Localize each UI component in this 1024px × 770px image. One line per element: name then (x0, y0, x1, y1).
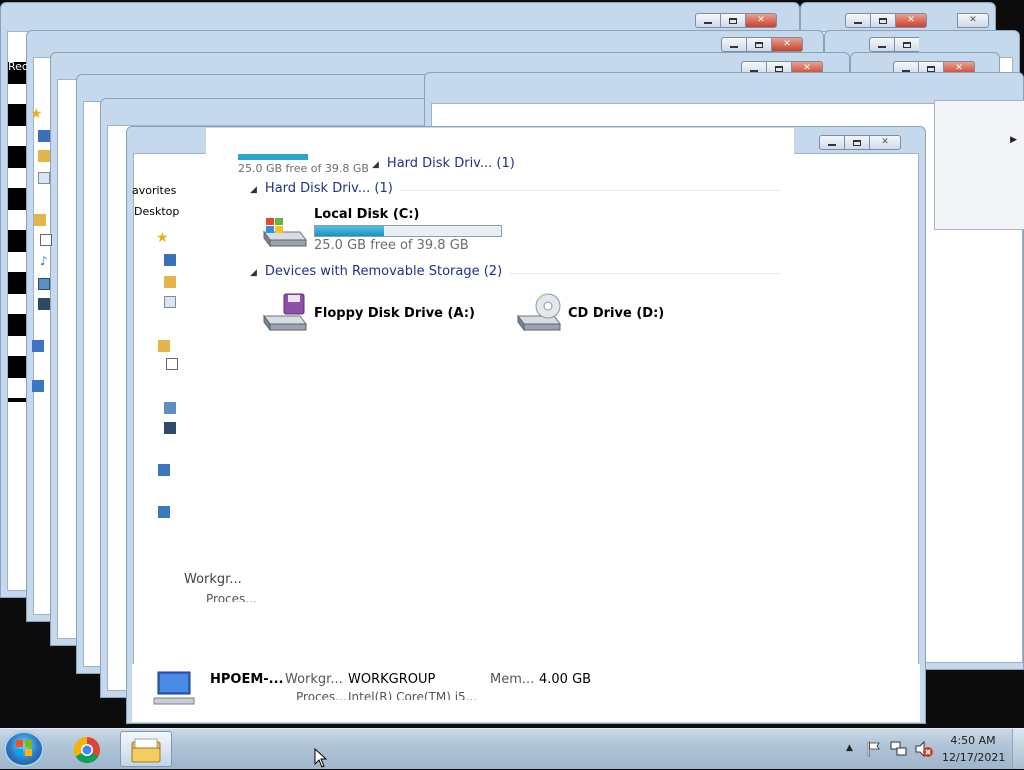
workgroup-label: Workgr... (285, 672, 343, 687)
minimize-button[interactable] (845, 13, 870, 28)
drive-name: Floppy Disk Drive (A:) (314, 306, 475, 321)
memory-value: 4.00 GB (539, 672, 592, 687)
taskbar: ▲ 4:50 AM 12/17/2021 (0, 728, 1024, 769)
disk-usage-bar (314, 225, 502, 237)
show-hidden-icons-arrow[interactable]: ▲ (846, 743, 853, 753)
show-desktop-button[interactable] (1012, 729, 1024, 769)
maximize-button[interactable] (870, 13, 895, 28)
music-icon: ♪ (40, 254, 48, 268)
floppy-drive-item[interactable]: Floppy Disk Drive (A:) (258, 290, 488, 336)
minimize-button[interactable] (869, 37, 894, 52)
favorites-star-icon-2: ★ (156, 230, 169, 246)
close-button[interactable]: ✕ (895, 13, 927, 28)
network-icon (32, 380, 44, 392)
videos-icon-2 (164, 422, 176, 434)
windows-logo-icon (16, 740, 32, 756)
cd-drive-item[interactable]: CD Drive (D:) (512, 290, 682, 336)
volume-muted-icon[interactable] (914, 740, 934, 758)
chrome-icon (73, 736, 100, 764)
network-icon[interactable] (890, 740, 908, 758)
maximize-button[interactable] (894, 37, 919, 52)
ghost-free-space: 25.0 GB free of 39.8 GB (238, 162, 369, 172)
taskbar-chrome[interactable] (62, 731, 114, 767)
submenu-arrow-icon: ▶ (1010, 135, 1017, 145)
cd-drive-icon (517, 293, 561, 332)
local-disk-c-item[interactable]: Local Disk (C:) 25.0 GB free of 39.8 GB (258, 206, 508, 256)
left-edge-smear (8, 62, 26, 402)
folder-icon (131, 738, 161, 763)
group-header-removable[interactable]: ◢ Devices with Removable Storage (2) (250, 264, 502, 279)
collapse-triangle-icon[interactable]: ◢ (250, 268, 257, 278)
downloads-icon (38, 150, 50, 162)
desktop-icon-2 (164, 254, 176, 266)
drive-name: CD Drive (D:) (568, 306, 665, 321)
start-button[interactable] (4, 731, 44, 767)
details-workgroup-ghost: Workgr... (184, 572, 242, 587)
disk-usage-fill (315, 226, 384, 236)
maximize-button[interactable] (746, 37, 771, 52)
pictures-icon (38, 278, 50, 290)
hard-drive-windows-icon (263, 218, 307, 248)
sidebar-desktop-fragment[interactable]: Desktop (134, 205, 179, 218)
downloads-icon-2 (164, 276, 176, 288)
processor-label: Proces... (296, 690, 347, 700)
clock-time[interactable]: 4:50 AM (942, 734, 1004, 747)
computer-name: HPOEM-... (210, 672, 284, 687)
close-button[interactable]: ✕ (869, 135, 901, 150)
context-menu-ghost: ▶ (934, 100, 1024, 230)
ghost-progress (238, 154, 308, 160)
computer-large-icon (153, 671, 195, 705)
drive-name: Local Disk (C:) (314, 207, 420, 222)
minimize-button[interactable] (819, 135, 844, 150)
memory-label: Mem... (490, 672, 535, 687)
collapse-triangle-icon[interactable]: ◢ (250, 185, 257, 195)
libraries-icon-2 (158, 340, 170, 352)
drive-free-space: 25.0 GB free of 39.8 GB (314, 238, 469, 253)
content-pane (206, 128, 794, 598)
documents-icon-2 (166, 358, 178, 370)
group-header-hard-disk[interactable]: ◢ Hard Disk Driv... (1) (250, 181, 393, 196)
minimize-button[interactable] (695, 13, 720, 28)
group-separator (510, 273, 780, 274)
action-center-flag-icon[interactable] (866, 741, 882, 757)
sidebar-favorites-fragment[interactable]: avorites (132, 184, 176, 197)
collapse-triangle-icon[interactable]: ◢ (372, 160, 379, 170)
network-icon-2 (158, 506, 170, 518)
close-button-ghost: ✕ (957, 13, 989, 28)
processor-value: Intel(R) Core(TM) i5... (348, 690, 478, 700)
maximize-button[interactable] (844, 135, 869, 150)
ghost-group-header: ◢ Hard Disk Driv... (1) (372, 156, 515, 171)
videos-icon (38, 298, 50, 310)
workgroup-value: WORKGROUP (348, 672, 436, 687)
minimize-button[interactable] (721, 37, 746, 52)
documents-icon (40, 234, 52, 246)
computer-icon-2 (158, 464, 170, 476)
libraries-icon (34, 214, 46, 226)
details-processor-ghost: Proces... (206, 592, 257, 602)
close-button[interactable]: ✕ (771, 37, 803, 52)
computer-icon (32, 340, 44, 352)
recent-places-icon (38, 172, 50, 184)
favorites-star-icon: ★ (30, 106, 43, 122)
recycle-bin-label-fragment: Rec (8, 60, 28, 73)
clock-date[interactable]: 12/17/2021 (942, 751, 1005, 764)
group-separator (400, 190, 780, 191)
recent-places-icon-2 (164, 296, 176, 308)
taskbar-windows-explorer[interactable] (120, 731, 172, 767)
maximize-button[interactable] (720, 13, 745, 28)
desktop-icon (38, 130, 50, 142)
pictures-icon-2 (164, 402, 176, 414)
mouse-pointer-icon (314, 748, 328, 768)
close-button[interactable]: ✕ (745, 13, 777, 28)
floppy-drive-icon (263, 293, 307, 332)
